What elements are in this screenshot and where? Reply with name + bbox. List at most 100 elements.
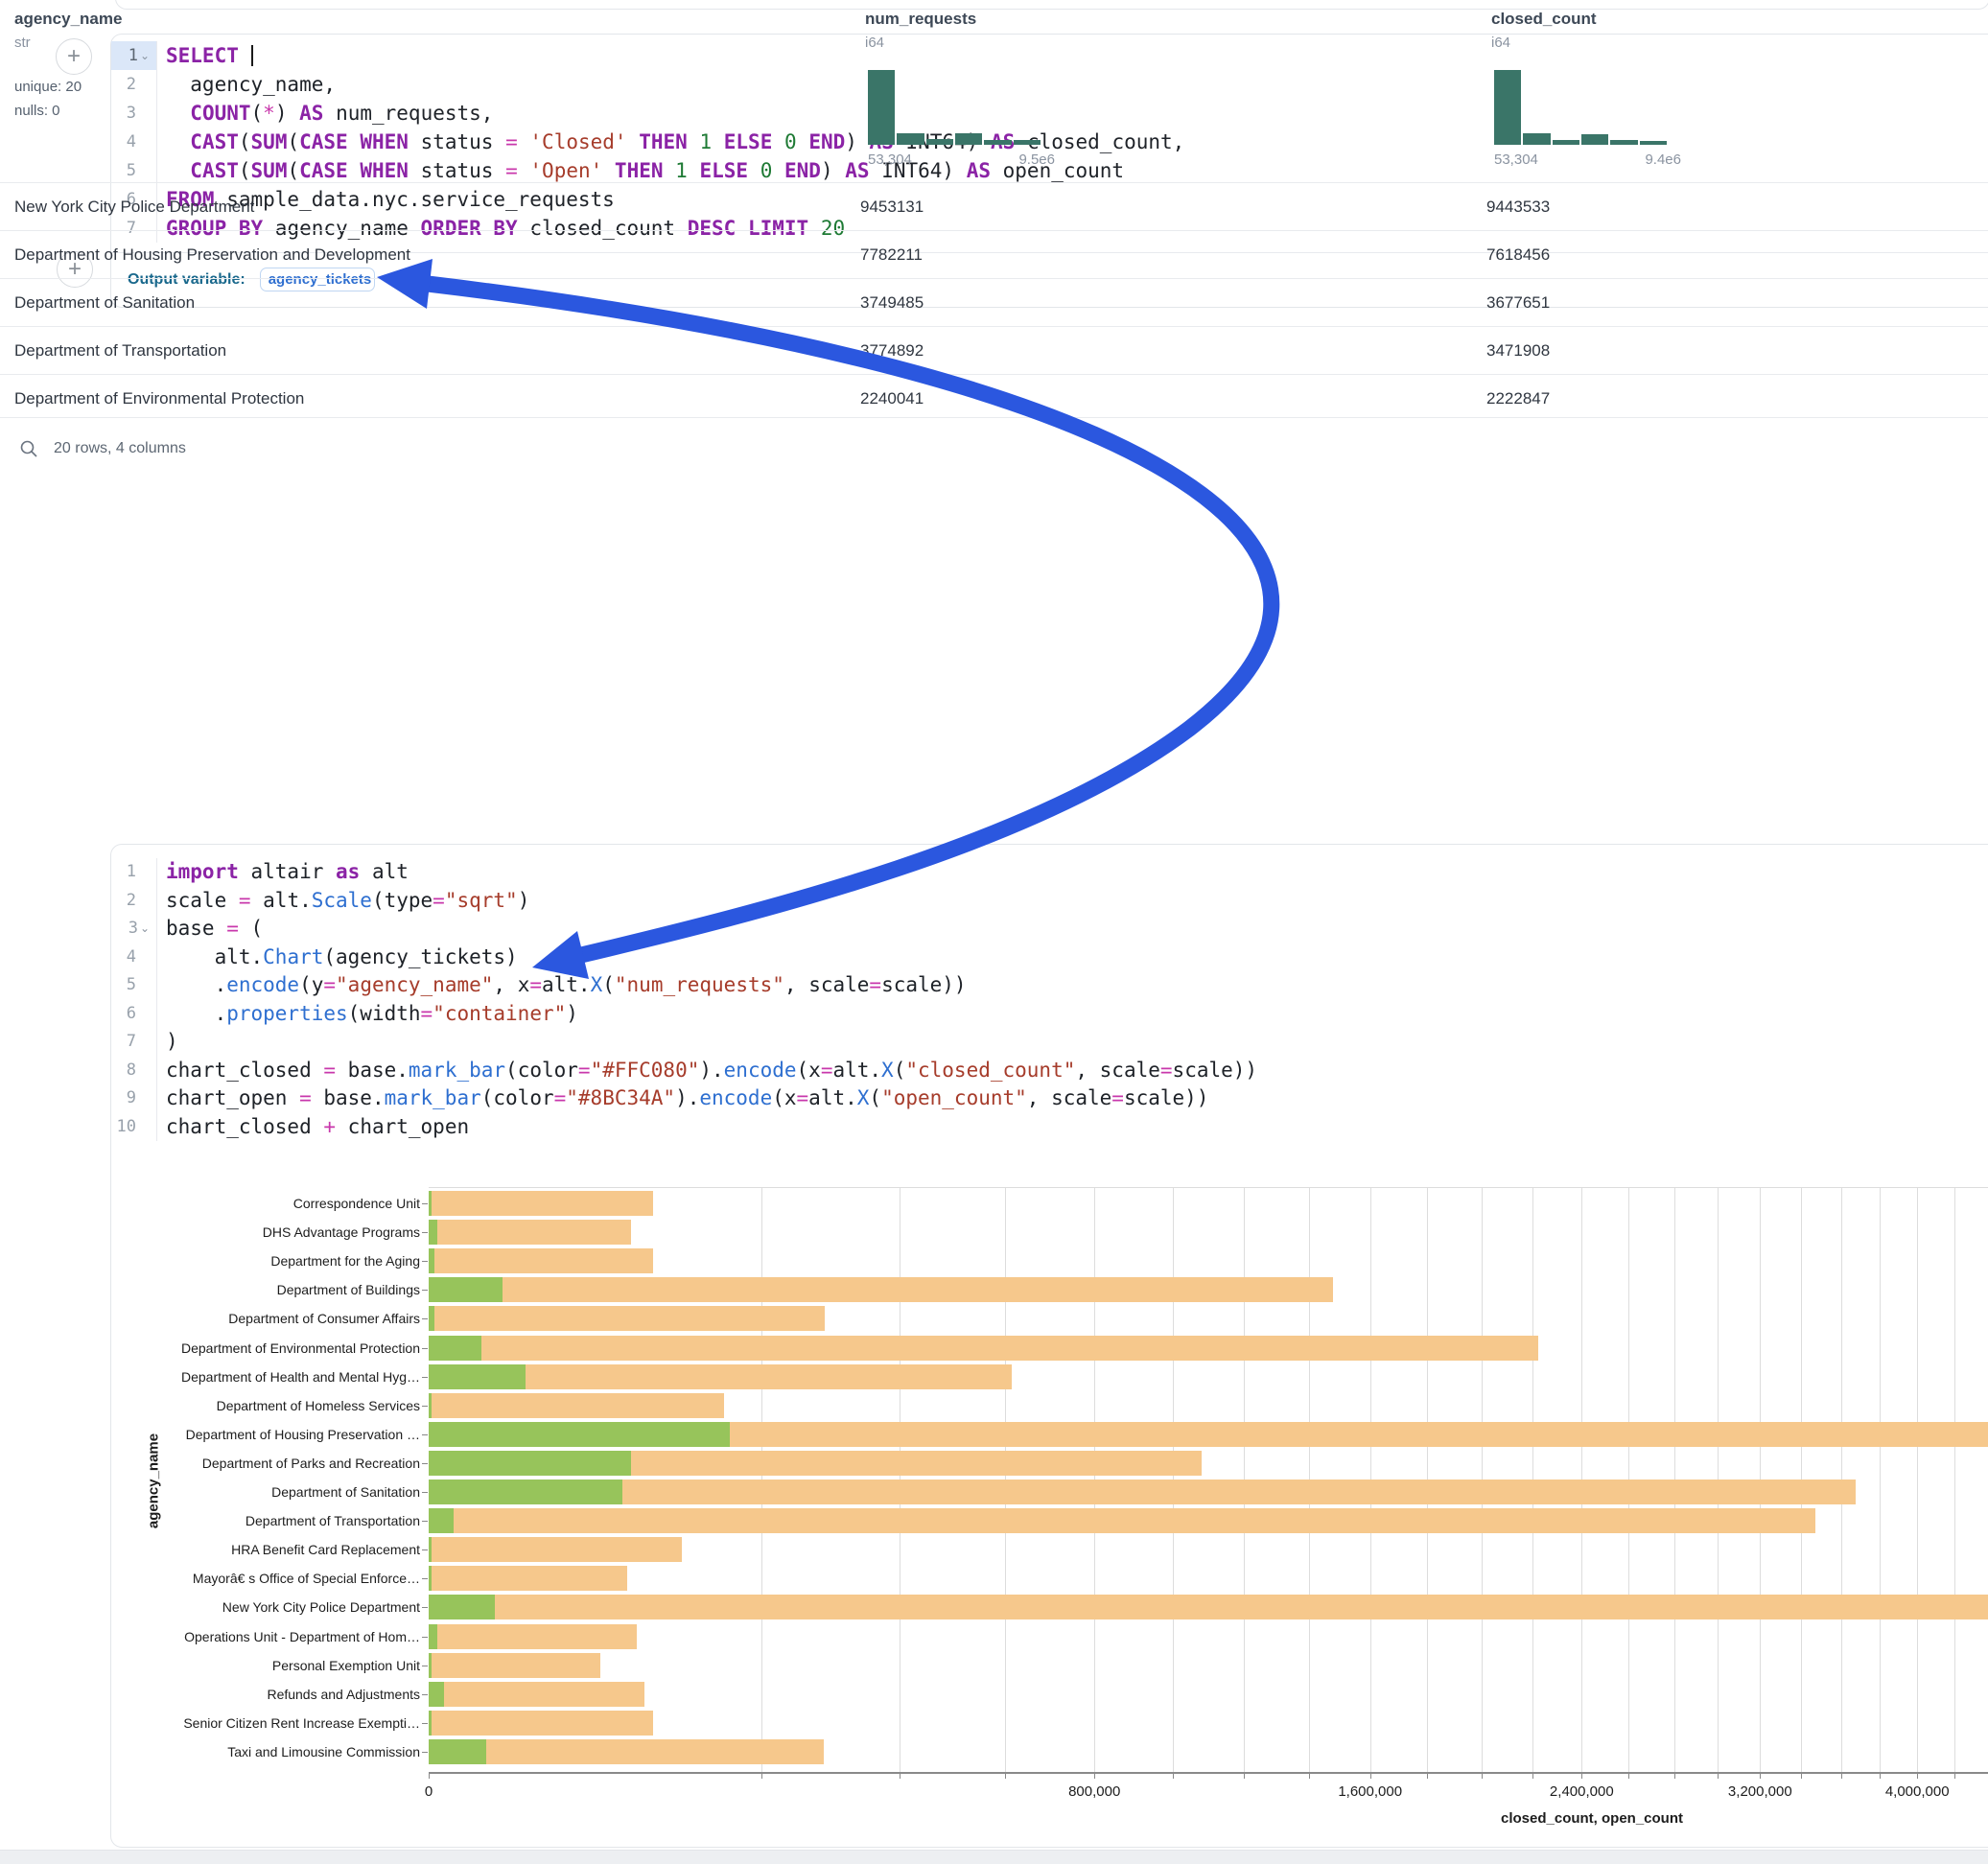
token: (color	[505, 1059, 578, 1082]
token: SUM	[251, 159, 288, 182]
token: END	[808, 130, 845, 153]
token: 0	[784, 130, 797, 153]
line-number: 4	[111, 944, 157, 972]
code-line[interactable]: 6 .properties(width="container")	[111, 1000, 1988, 1029]
fold-chevron-icon[interactable]: ⌄	[140, 915, 151, 944]
line-number-text: 9	[127, 1084, 136, 1113]
token: base	[166, 917, 226, 940]
stat-line: nulls: 0	[14, 99, 82, 123]
histogram-bar	[1494, 70, 1521, 145]
histogram-bar	[955, 133, 982, 145]
table-cell: 2222847	[1486, 389, 1550, 408]
column-stats: unique: 20nulls: 0	[14, 75, 82, 123]
token: CASE	[299, 159, 348, 182]
token: CASE	[299, 130, 348, 153]
token: "agency_name"	[336, 973, 493, 996]
token: AS	[299, 102, 323, 125]
code-line[interactable]: 2 agency_name,	[111, 70, 1988, 99]
column-type: i64	[865, 35, 884, 51]
code-line[interactable]: 10chart_closed + chart_open	[111, 1113, 1988, 1142]
code-line[interactable]: 1 import altair as alt	[111, 858, 1988, 887]
code-text: COUNT(*) AS num_requests,	[157, 99, 493, 128]
table-cell: 3471908	[1486, 341, 1550, 361]
token: CAST	[190, 159, 239, 182]
token: (x	[772, 1086, 796, 1109]
table-cell: New York City Police Department	[14, 198, 254, 217]
histogram-bar	[984, 140, 1011, 145]
histogram-bar	[897, 133, 924, 145]
code-line[interactable]: 4 alt.Chart(agency_tickets)	[111, 944, 1988, 972]
token: import	[166, 860, 239, 883]
code-text: )	[157, 1028, 178, 1057]
token: scale))	[1173, 1059, 1258, 1082]
line-number-text: 1	[127, 858, 136, 887]
token: chart_open	[336, 1115, 469, 1138]
token: agency_name,	[166, 73, 336, 96]
line-number-text: 4	[127, 128, 136, 156]
token: )	[845, 130, 869, 153]
token: encode	[699, 1086, 772, 1109]
token: 'Closed'	[529, 130, 626, 153]
line-number: 10	[111, 1113, 157, 1142]
token: =	[239, 889, 251, 912]
token	[602, 159, 615, 182]
code-line[interactable]: 1⌄SELECT	[111, 41, 1988, 70]
code-line[interactable]: 3⌄base = (	[111, 915, 1988, 944]
token: (	[602, 973, 615, 996]
token: as	[336, 860, 360, 883]
token: chart_closed	[166, 1115, 323, 1138]
table-row[interactable]: Department of Sanitation37494853677651	[0, 278, 1988, 326]
token: (color	[481, 1086, 554, 1109]
token: =	[505, 159, 518, 182]
token	[664, 159, 676, 182]
token: "#FFC080"	[591, 1059, 700, 1082]
token: (	[239, 159, 251, 182]
line-number-text: 8	[127, 1057, 136, 1085]
table-row[interactable]: New York City Police Department945313194…	[0, 182, 1988, 230]
histogram-bar	[926, 139, 953, 145]
token: mark_bar	[385, 1086, 481, 1109]
search-icon[interactable]	[19, 439, 38, 458]
code-line[interactable]: 9 chart_open = base.mark_bar(color="#8BC3…	[111, 1084, 1988, 1113]
line-number-text: 4	[127, 944, 136, 972]
code-text: import altair as alt	[157, 858, 409, 887]
line-number: 6	[111, 1000, 157, 1029]
table-row[interactable]: Department of Environmental Protection22…	[0, 374, 1988, 422]
code-line[interactable]: 5 .encode(y="agency_name", x=alt.X("num_…	[111, 971, 1988, 1000]
token: =	[505, 130, 518, 153]
token: alt.	[166, 945, 263, 968]
table-cell: 9453131	[860, 198, 924, 217]
token	[518, 159, 530, 182]
histogram-bar	[1610, 140, 1637, 145]
token	[797, 130, 809, 153]
token: ELSE	[724, 130, 773, 153]
line-number-text: 2	[127, 70, 136, 99]
code-line[interactable]: 7)	[111, 1028, 1988, 1057]
token: "open_count"	[881, 1086, 1027, 1109]
token: SUM	[251, 130, 288, 153]
token: =	[821, 1059, 833, 1082]
python-editor[interactable]: 1import altair as alt2scale = alt.Scale(…	[111, 845, 1988, 1141]
previous-cell-edge	[115, 0, 1988, 10]
line-number-text: 6	[127, 1000, 136, 1029]
fold-chevron-icon[interactable]: ⌄	[140, 41, 151, 70]
table-cell: Department of Transportation	[14, 341, 226, 361]
code-line[interactable]: 3 COUNT(*) AS num_requests,	[111, 99, 1988, 128]
token: (type	[372, 889, 433, 912]
token: Chart	[263, 945, 323, 968]
table-row[interactable]: Department of Housing Preservation and D…	[0, 230, 1988, 278]
column-histogram	[868, 70, 1041, 145]
table-footer: 20 rows, 4 columns	[0, 417, 1988, 478]
token: scale	[166, 889, 239, 912]
code-text: chart_open = base.mark_bar(color="#8BC34…	[157, 1084, 1208, 1113]
line-number: 1⌄	[111, 41, 157, 70]
token: status	[409, 130, 505, 153]
code-text: agency_name,	[157, 70, 336, 99]
table-row[interactable]: Department of Transportation377489234719…	[0, 326, 1988, 374]
add-cell-button[interactable]: +	[56, 38, 92, 75]
token	[748, 159, 760, 182]
token	[772, 159, 784, 182]
code-line[interactable]: 2scale = alt.Scale(type="sqrt")	[111, 887, 1988, 916]
code-text: chart_closed = base.mark_bar(color="#FFC…	[157, 1057, 1257, 1085]
code-line[interactable]: 8chart_closed = base.mark_bar(color="#FF…	[111, 1057, 1988, 1085]
